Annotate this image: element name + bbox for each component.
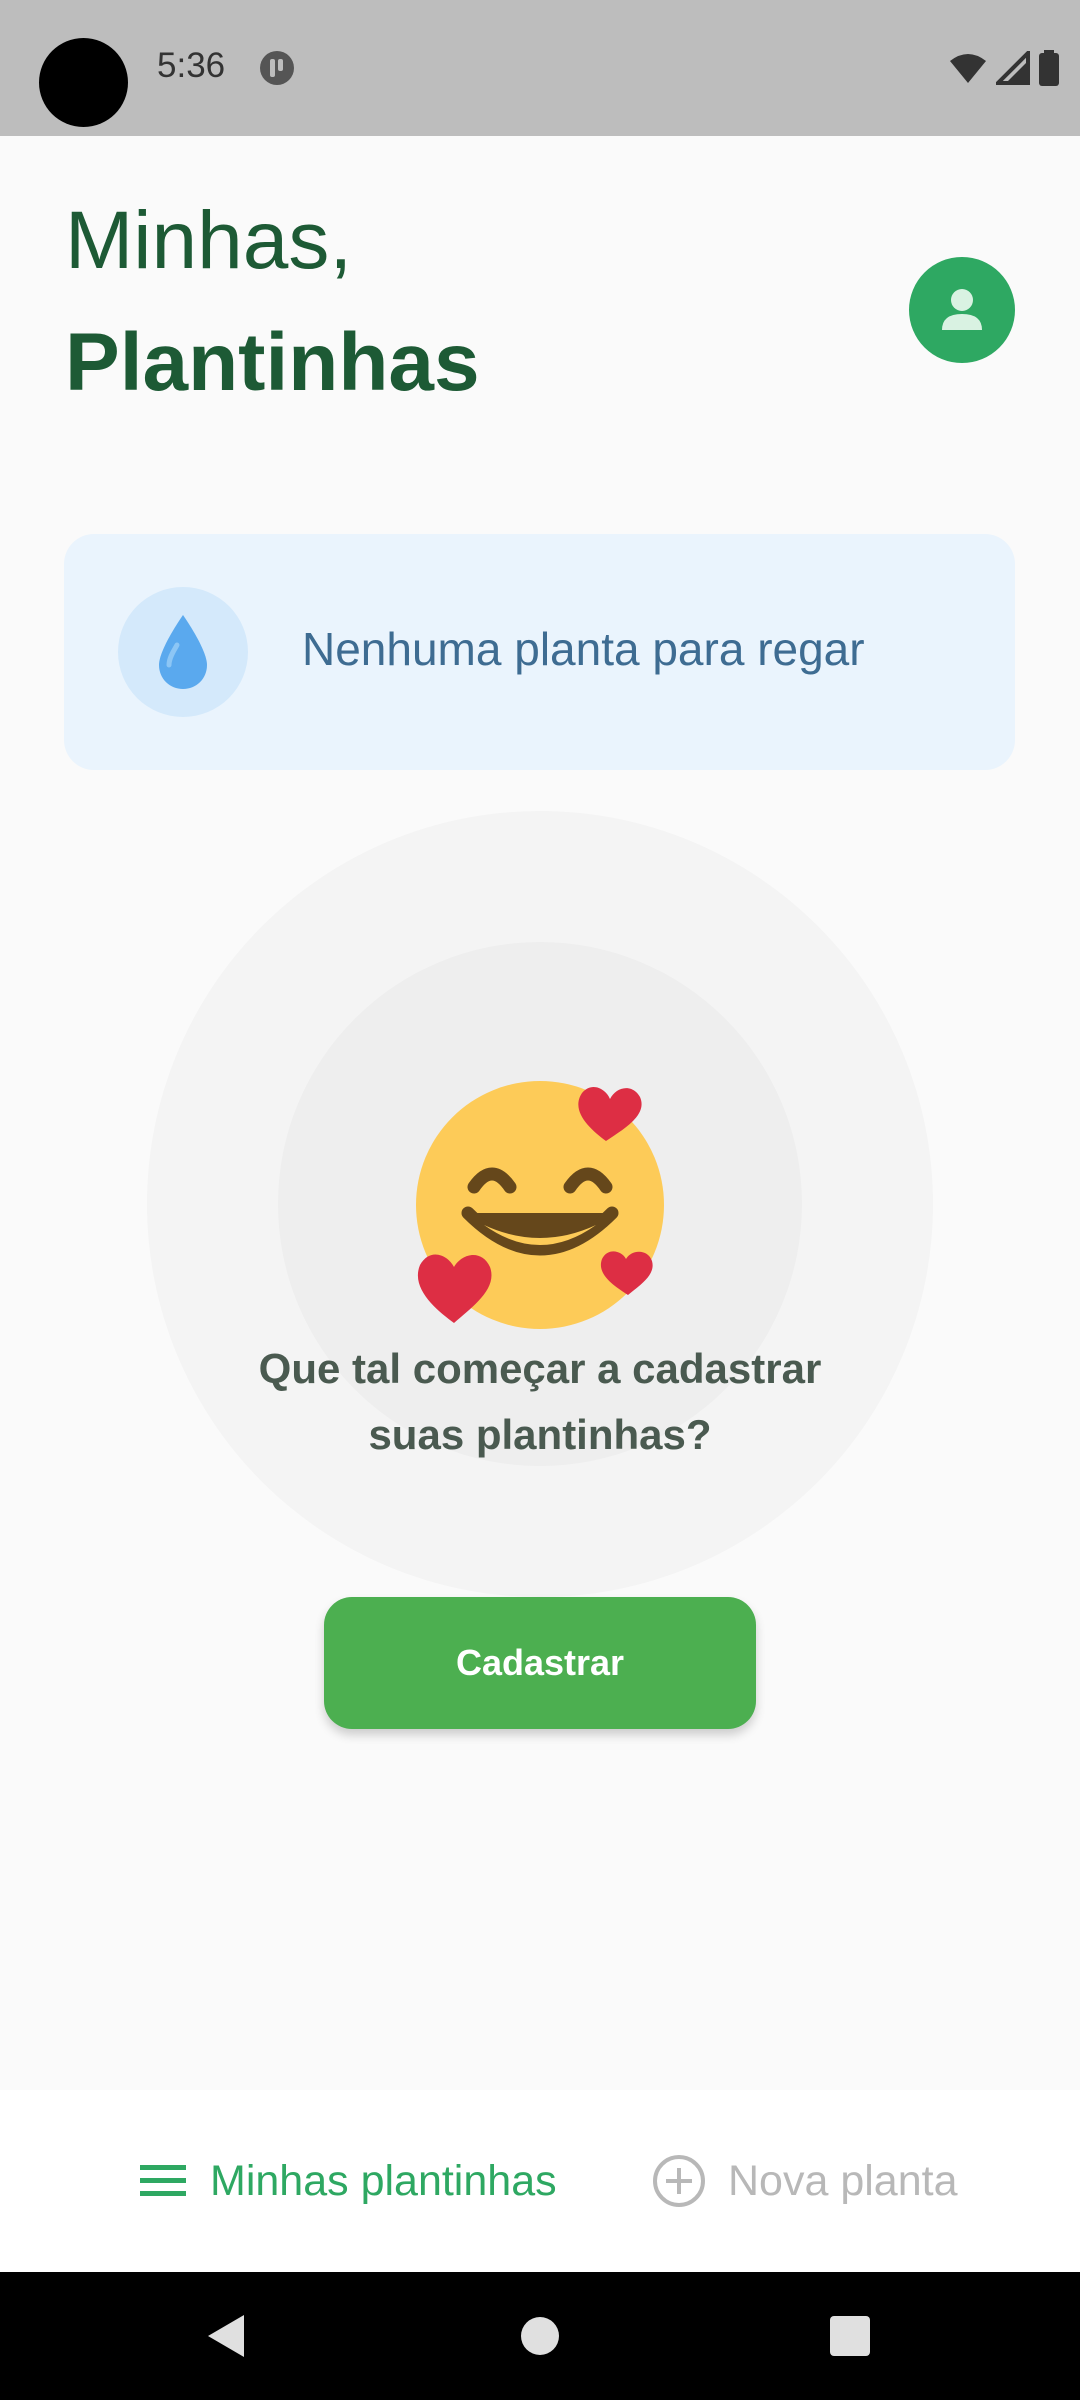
nav-label-new-plant: Nova planta [728,2156,958,2205]
system-back-button[interactable] [196,2272,256,2400]
system-home-button[interactable] [510,2272,570,2400]
notification-app-icon [260,51,294,85]
wifi-icon [950,54,986,83]
recents-square-icon [830,2316,870,2356]
user-icon [942,289,982,330]
camera-cutout [39,38,128,127]
empty-state-line-2: suas plantinhas? [368,1411,712,1458]
nav-label-my-plants: Minhas plantinhas [210,2156,557,2205]
system-recents-button[interactable] [820,2272,880,2400]
empty-state-line-1: Que tal começar a cadastrar [258,1345,822,1392]
greeting: Minhas, [65,195,353,286]
status-time: 5:36 [157,46,226,85]
register-button[interactable]: Cadastrar [324,1597,756,1729]
add-circle-icon [653,2155,705,2207]
nav-item-my-plants[interactable]: Minhas plantinhas [138,2090,557,2272]
signal-icon [996,51,1030,85]
page-title: Plantinhas [65,317,480,408]
bottom-navigation: Minhas plantinhas Nova planta [0,2090,1080,2272]
nav-item-new-plant[interactable]: Nova planta [652,2090,958,2272]
water-reminder-banner: Nenhuma planta para regar [64,534,1015,770]
status-icons [948,50,1060,86]
system-navigation-bar [0,2272,1080,2400]
status-bar: 5:36 [0,0,1080,136]
back-triangle-icon [208,2315,244,2357]
home-circle-icon [521,2317,559,2355]
empty-state-message: Que tal começar a cadastrar suas plantin… [140,1336,940,1468]
profile-avatar-button[interactable] [909,257,1015,363]
water-drop-badge [118,587,248,717]
screen: 5:36 Minhas, Plantinhas Nenhuma planta p… [0,0,1080,2400]
water-status-text: Nenhuma planta para regar [302,623,865,675]
battery-icon [1039,50,1059,86]
water-drop-icon [159,615,207,689]
smiling-face-with-hearts-icon [416,1081,664,1329]
menu-icon [140,2165,186,2196]
